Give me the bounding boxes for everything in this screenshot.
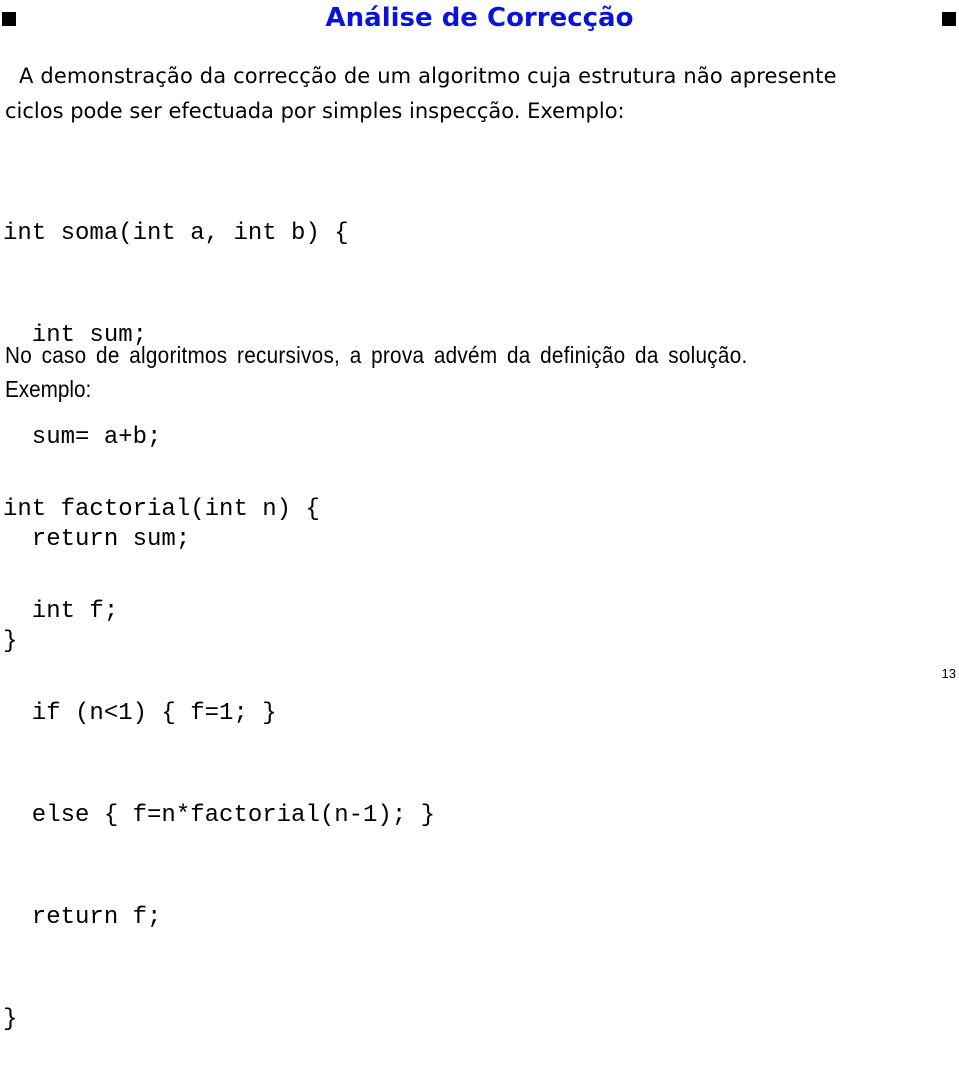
code-line: return f; — [3, 904, 162, 931]
code-line: int factorial(int n) { — [3, 496, 320, 523]
code-line: } — [3, 1006, 18, 1033]
intro-text-line-1: A demonstração da correcção de um algori… — [19, 64, 837, 88]
page-number: 13 — [941, 666, 956, 681]
code-line: else { f=n*factorial(n-1); } — [3, 802, 436, 829]
code-line: int f; — [3, 598, 119, 625]
recursive-text-line-1: No caso de algoritmos recursivos, a prov… — [5, 342, 748, 368]
code-line: if (n<1) { f=1; } — [3, 700, 277, 727]
recursive-text-line-2: Exemplo: — [5, 376, 92, 402]
intro-text-line-2: ciclos pode ser efectuada por simples in… — [5, 99, 625, 123]
code-line: int soma(int a, int b) { — [3, 220, 349, 247]
slide-title: Análise de Correcção — [325, 3, 634, 33]
code-block-factorial: int factorial(int n) { int f; if (n<1) {… — [3, 425, 435, 1071]
